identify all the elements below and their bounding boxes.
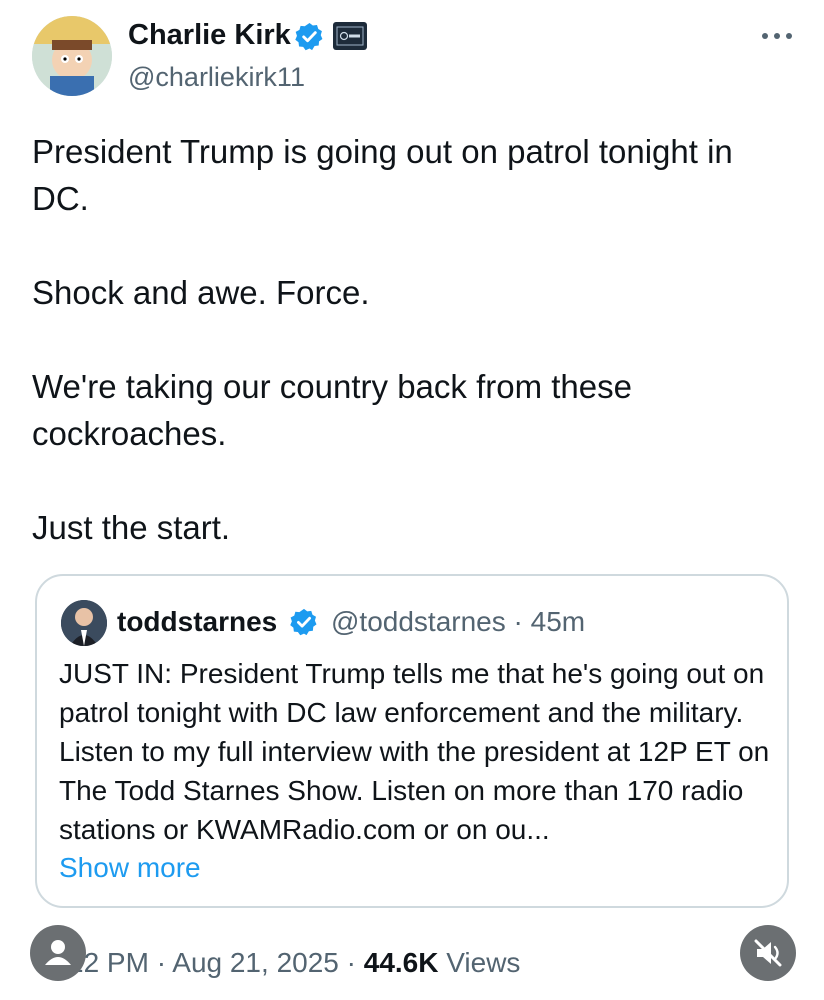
views-count: 44.6K — [363, 947, 439, 978]
timestamp[interactable]: 22 PM · Aug 21, 2025 · — [68, 947, 364, 978]
user-profile-icon[interactable] — [30, 925, 86, 981]
author-handle[interactable]: @charliekirk11 — [128, 60, 305, 94]
tweet-text: President Trump is going out on patrol t… — [32, 128, 772, 551]
show-more-link[interactable]: Show more — [59, 848, 201, 887]
quoted-tweet-text: JUST IN: President Trump tells me that h… — [59, 658, 770, 845]
affiliation-badge-icon[interactable] — [333, 22, 367, 50]
views-label: Views — [438, 947, 521, 978]
tweet-paragraph: President Trump is going out on patrol t… — [32, 133, 733, 217]
tweet-meta: 22 PM · Aug 21, 2025 · 44.6K Views — [68, 944, 520, 982]
cartoon-avatar-icon — [32, 16, 112, 96]
person-photo-icon — [61, 600, 107, 646]
tweet-paragraph: Shock and awe. Force. — [32, 274, 370, 311]
mute-icon[interactable] — [740, 925, 796, 981]
author-avatar[interactable] — [32, 16, 112, 96]
quoted-author-name[interactable]: toddstarnes — [117, 605, 277, 639]
author-name[interactable]: Charlie Kirk — [128, 17, 291, 53]
verified-badge-icon — [290, 608, 317, 636]
quoted-author-avatar[interactable] — [61, 600, 107, 646]
verified-badge-icon — [295, 22, 323, 51]
more-options-icon[interactable] — [757, 24, 797, 48]
quoted-tweet-card[interactable]: toddstarnes @toddstarnes · 45m JUST IN: … — [35, 574, 789, 908]
tweet-paragraph: We're taking our country back from these… — [32, 368, 632, 452]
quoted-author-handle[interactable]: @toddstarnes · 45m — [331, 605, 585, 639]
tweet-paragraph: Just the start. — [32, 509, 231, 546]
